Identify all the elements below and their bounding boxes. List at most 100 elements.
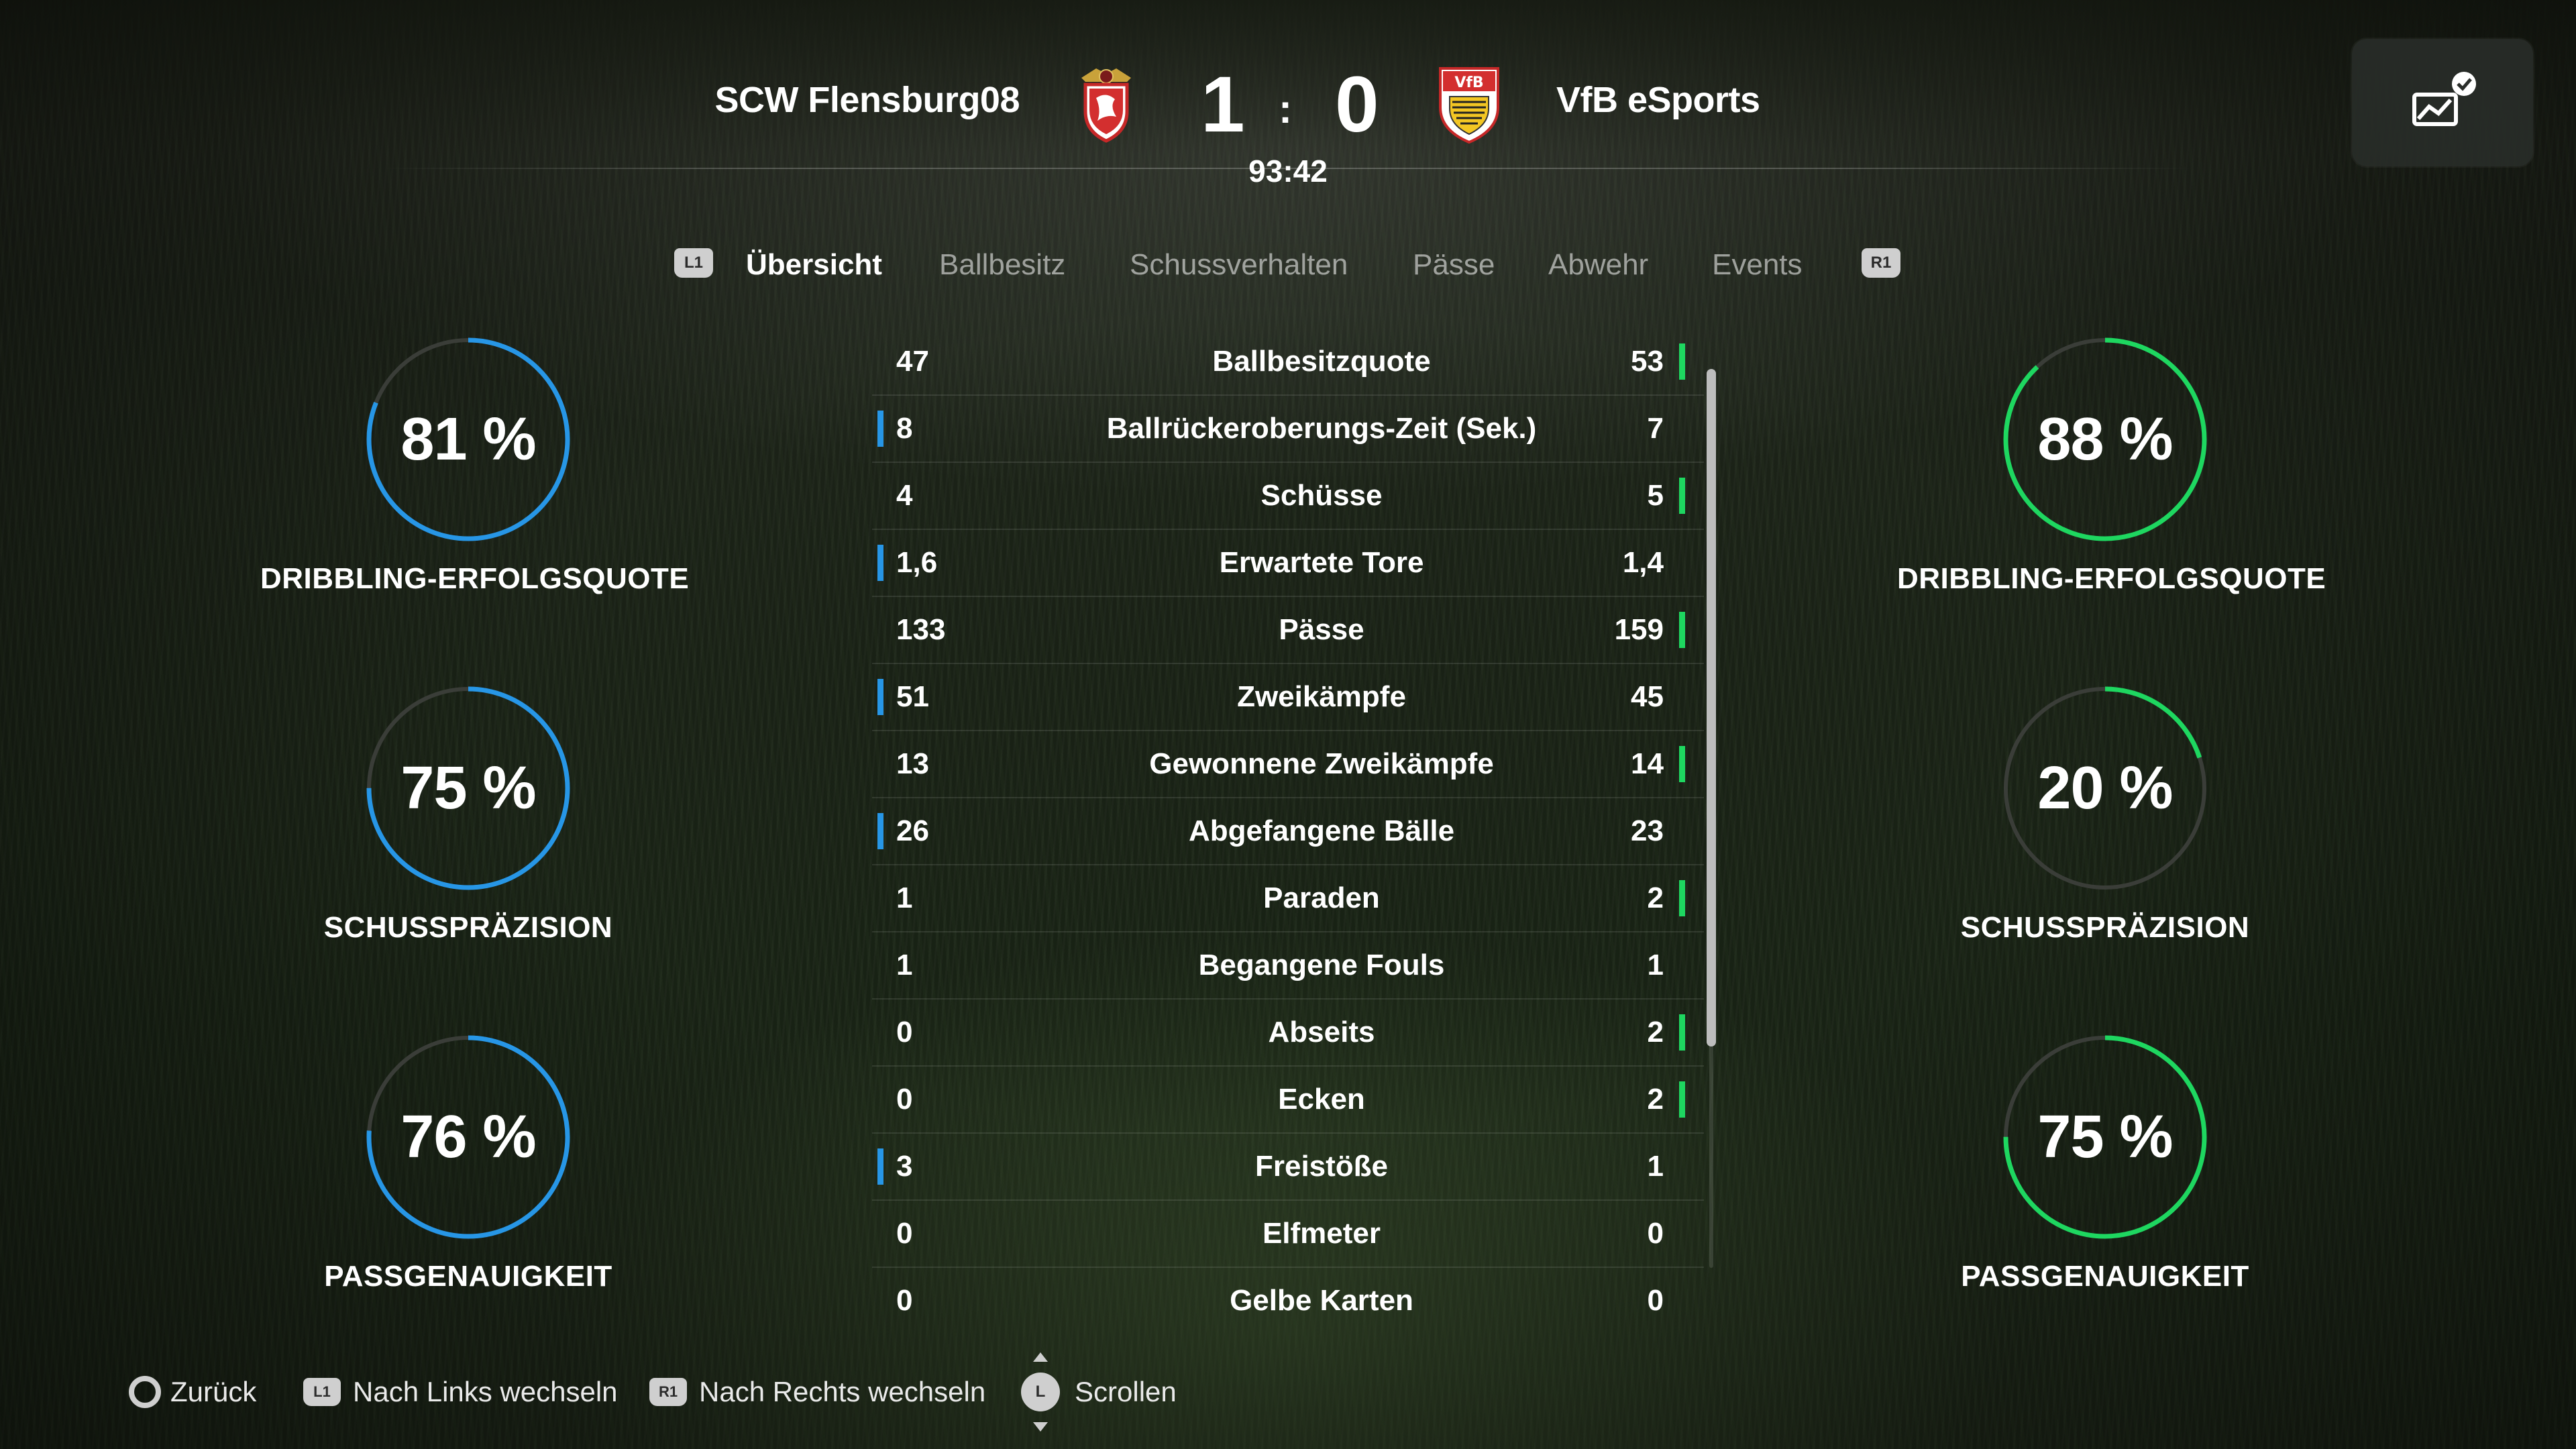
stat-name: Ballrückeroberungs-Zeit (Sek.) [1106,412,1537,445]
stat-away-value: 0 [1647,1217,1664,1250]
stat-name: Schüsse [1260,479,1383,512]
stat-row: 0 Ecken 2 [872,1067,1704,1134]
r1-bumper-icon: R1 [649,1378,687,1406]
switch-left-label: Nach Links wechseln [353,1376,618,1407]
stat-home-value: 47 [896,345,929,378]
stat-name: Gewonnene Zweikämpfe [1149,747,1494,780]
score-separator: : [1279,87,1292,131]
switch-right-label: Nach Rechts wechseln [699,1376,986,1407]
home-team-name: SCW Flensburg08 [714,80,1020,120]
gauge-value: 76 % [400,1104,536,1171]
circle-button-icon [129,1376,161,1408]
stat-home-value: 1 [896,949,913,981]
stat-row: 0 Gelbe Karten 0 [872,1268,1704,1322]
away-leader-bar [1679,343,1685,380]
stat-row: 1,6 Erwartete Tore 1,4 [872,530,1704,597]
stat-row: 1 Begangene Fouls 1 [872,932,1704,1000]
match-header: SCW Flensburg08 1 : 0 VfB VfB eSports 93… [0,0,2576,201]
away-leader-bar [1679,1014,1685,1051]
tab-events[interactable]: Events [1712,248,1803,282]
tab-passe[interactable]: Pässe [1413,248,1495,282]
stat-away-value: 1,4 [1622,546,1664,579]
away-team-name: VfB eSports [1556,80,1760,120]
stat-row: 51 Zweikämpfe 45 [872,664,1704,731]
gauge-label: PASSGENAUIGKEIT [1961,1260,2249,1293]
stat-home-value: 26 [896,814,929,847]
scw-flensburg-crest-icon [1069,64,1143,145]
back-label: Zurück [170,1376,257,1407]
switch-right-hint[interactable]: R1 Nach Rechts wechseln [649,1368,985,1415]
stat-row: 4 Schüsse 5 [872,463,1704,530]
tab-ubersicht[interactable]: Übersicht [746,248,882,282]
stat-home-value: 0 [896,1083,913,1116]
away-leader-bar [1679,612,1685,648]
stat-home-value: 13 [896,747,929,780]
gauge-value: 20 % [2037,755,2173,822]
stat-name: Zweikämpfe [1237,680,1406,713]
stat-away-value: 159 [1614,613,1664,646]
home-gauge-shot-accuracy: 75 % SCHUSSPRÄZISION [260,684,676,945]
gauge-label: SCHUSSPRÄZISION [1960,911,2250,944]
l1-bumper-icon: L1 [303,1378,341,1406]
gauge-value: 75 % [2037,1104,2173,1171]
stat-home-value: 1 [896,881,913,914]
away-leader-bar [1679,746,1685,782]
stat-name: Gelbe Karten [1230,1284,1413,1317]
stat-name: Abgefangene Bälle [1188,814,1455,847]
away-leader-bar [1679,880,1685,916]
stat-home-value: 4 [896,479,913,512]
stats-table[interactable]: 47 Ballbesitzquote 53 8 Ballrückeroberungs-Z… [872,329,1704,1322]
stat-home-value: 0 [896,1217,913,1250]
stat-home-value: 8 [896,412,913,445]
match-clock: 93:42 [1248,154,1328,189]
back-hint[interactable]: Zurück [129,1368,256,1415]
stat-away-value: 2 [1647,1016,1664,1049]
scroll-label: Scrollen [1075,1376,1177,1407]
gauge-value: 81 % [400,406,536,473]
tab-ballbesitz[interactable]: Ballbesitz [939,248,1065,282]
away-gauge-shot-accuracy: 20 % SCHUSSPRÄZISION [1897,684,2313,945]
tab-bar: L1 Übersicht Ballbesitz Schussverhalten … [0,241,2576,295]
stat-away-value: 5 [1647,479,1664,512]
gauge-value: 88 % [2037,406,2173,473]
tab-schussverhalten[interactable]: Schussverhalten [1130,248,1348,282]
stat-name: Freistöße [1254,1150,1389,1183]
stat-name: Begangene Fouls [1198,949,1445,981]
stat-row: 3 Freistöße 1 [872,1134,1704,1201]
home-score: 1 [1201,60,1245,149]
stat-row: 0 Abseits 2 [872,1000,1704,1067]
r1-bumper-icon[interactable]: R1 [1862,248,1900,278]
stat-home-value: 133 [896,613,946,646]
tab-abwehr[interactable]: Abwehr [1548,248,1648,282]
gauge-label: DRIBBLING-ERFOLGSQUOTE [260,562,690,595]
stat-away-value: 7 [1647,412,1664,445]
stat-name: Ecken [1278,1083,1365,1116]
stat-name: Elfmeter [1262,1217,1381,1250]
stat-name: Ballbesitzquote [1212,345,1431,378]
gauge-value: 75 % [400,755,536,822]
home-gauge-pass-accuracy: 76 % PASSGENAUIGKEIT [260,1033,676,1293]
stat-home-value: 0 [896,1284,913,1317]
away-score: 0 [1335,60,1379,149]
stat-name: Erwartete Tore [1219,546,1424,579]
scroll-hint[interactable]: L Scrollen [1021,1352,1177,1432]
scrollbar-thumb[interactable] [1707,369,1716,1046]
stat-away-value: 0 [1647,1284,1664,1317]
l1-bumper-icon[interactable]: L1 [674,248,713,278]
gauge-label: SCHUSSPRÄZISION [323,911,613,944]
gauge-label: DRIBBLING-ERFOLGSQUOTE [1897,562,2326,595]
stat-row: 0 Elfmeter 0 [872,1201,1704,1268]
stat-row: 133 Pässe 159 [872,597,1704,664]
stat-away-value: 45 [1631,680,1664,713]
svg-text:VfB: VfB [1454,74,1483,91]
switch-left-hint[interactable]: L1 Nach Links wechseln [303,1368,618,1415]
home-leader-bar [877,1148,883,1185]
stat-away-value: 2 [1647,881,1664,914]
stat-row: 1 Paraden 2 [872,865,1704,932]
stat-name: Paraden [1263,881,1380,914]
stat-away-value: 1 [1647,949,1664,981]
stat-home-value: 3 [896,1150,913,1183]
stats-toggle-button[interactable] [2352,39,2533,166]
stat-away-value: 14 [1631,747,1664,780]
stat-away-value: 23 [1631,814,1664,847]
